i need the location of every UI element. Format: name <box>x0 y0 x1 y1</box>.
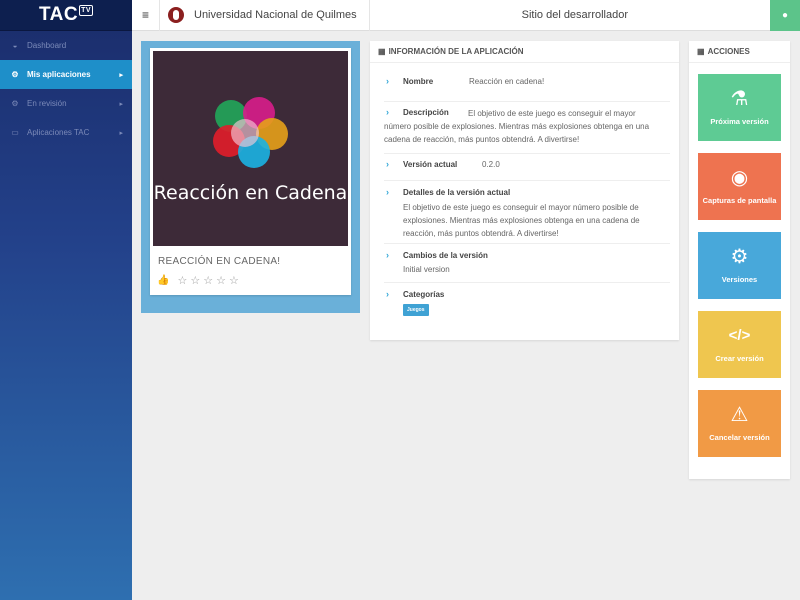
sidebar-item-dashboard[interactable]: ◒ Dashboard <box>0 31 132 60</box>
dashboard-icon: ◒ <box>12 41 18 50</box>
camera-icon: ◉ <box>730 167 749 189</box>
info-label: Cambios de la versión <box>403 251 488 260</box>
info-label: Nombre <box>403 77 434 86</box>
university-logo <box>168 7 184 23</box>
chevron-right-icon: › <box>386 289 389 299</box>
chevron-right-icon: › <box>386 250 389 260</box>
info-value: El objetivo de este juego es conseguir e… <box>403 203 640 238</box>
sidebar-item-label: Dashboard <box>27 41 67 50</box>
hamburger-icon: ≡ <box>141 8 149 22</box>
action-label: Versiones <box>721 275 758 284</box>
sidebar-item-aplicaciones-tac[interactable]: ▭ Aplicaciones TAC ▸ <box>0 118 132 147</box>
chevron-right-icon: › <box>386 159 389 169</box>
info-row-changes: › Cambios de la versión Initial version <box>384 248 670 283</box>
menu-toggle-button[interactable]: ≡ <box>132 0 160 31</box>
info-value: 0.2.0 <box>482 160 500 169</box>
info-value: El objetivo de este juego es conseguir e… <box>384 109 650 144</box>
app-image: Reacción en Cadena <box>153 51 348 246</box>
app-name: REACCIÓN EN CADENA! <box>158 256 281 267</box>
next-version-button[interactable]: ⚗ Próxima versión <box>698 74 781 141</box>
info-row-name: › Nombre Reacción en cadena! <box>384 74 670 102</box>
action-label: Cancelar versión <box>709 433 770 442</box>
panel-heading: ▦ INFORMACIÓN DE LA APLICACIÓN <box>370 41 679 63</box>
caret-right-icon: ▸ <box>119 71 123 79</box>
chevron-right-icon: › <box>386 76 389 86</box>
site-title: Sitio del desarrollador <box>521 9 629 21</box>
university-name: Universidad Nacional de Quilmes <box>194 9 357 21</box>
action-label: Capturas de pantalla <box>702 196 777 205</box>
star-icon[interactable]: ☆ <box>190 274 200 287</box>
versions-button[interactable]: ⚙ Versiones <box>698 232 781 299</box>
create-version-button[interactable]: </> Crear versión <box>698 311 781 378</box>
grid-icon: ▦ <box>378 47 386 56</box>
brand-tv-badge: TV <box>79 5 94 16</box>
panel-title: INFORMACIÓN DE LA APLICACIÓN <box>388 47 524 56</box>
chevron-right-icon: › <box>386 187 389 197</box>
info-value: Initial version <box>403 265 450 274</box>
info-row-description: › Descripción El objetivo de este juego … <box>384 105 670 154</box>
star-icon[interactable]: ☆ <box>229 274 239 287</box>
app-rating: 👍 ☆ ☆ ☆ ☆ ☆ <box>157 274 242 287</box>
sidebar-item-mis-aplicaciones[interactable]: ⚙ Mis aplicaciones ▸ <box>0 60 132 89</box>
university-link[interactable]: Universidad Nacional de Quilmes <box>160 0 370 31</box>
caret-right-icon: ▸ <box>119 100 123 108</box>
info-row-categories: › Categorías Juegos <box>384 287 670 323</box>
flask-icon: ⚗ <box>730 88 749 110</box>
sidebar-item-label: Mis aplicaciones <box>27 70 91 79</box>
sidebar: TAC TV ◒ Dashboard ⚙ Mis aplicaciones ▸ ⚙… <box>0 0 132 600</box>
cogs-icon: ⚙ <box>11 70 19 79</box>
sidebar-item-label: Aplicaciones TAC <box>27 128 90 137</box>
cogs-icon: ⚙ <box>11 99 19 108</box>
star-icon[interactable]: ☆ <box>177 274 187 287</box>
panel-title: ACCIONES <box>707 47 750 56</box>
app-info-panel: ▦ INFORMACIÓN DE LA APLICACIÓN › Nombre … <box>370 41 679 340</box>
grid-icon: ▦ <box>697 47 705 56</box>
user-icon: ● <box>781 9 789 21</box>
actions-panel: ▦ ACCIONES ⚗ Próxima versión ◉ Capturas … <box>689 41 790 479</box>
info-label: Categorías <box>403 290 445 299</box>
top-bar: ≡ Universidad Nacional de Quilmes Sitio … <box>132 0 800 31</box>
app-logo-circles <box>213 97 288 168</box>
brand-name: TAC <box>38 4 79 25</box>
action-label: Crear versión <box>715 354 764 363</box>
app-card: Reacción en Cadena REACCIÓN EN CADENA! 👍… <box>150 48 351 295</box>
thumbs-up-icon[interactable]: 👍 <box>157 275 169 286</box>
info-value: Reacción en cadena! <box>469 77 545 86</box>
app-card-container: Reacción en Cadena REACCIÓN EN CADENA! 👍… <box>141 41 360 313</box>
info-row-version-details: › Detalles de la versión actual El objet… <box>384 185 670 244</box>
app-image-title: Reacción en Cadena <box>153 182 348 204</box>
sidebar-item-en-revision[interactable]: ⚙ En revisión ▸ <box>0 89 132 118</box>
category-tag[interactable]: Juegos <box>403 304 429 316</box>
brand-logo[interactable]: TAC TV <box>0 0 132 31</box>
action-label: Próxima versión <box>710 117 769 126</box>
star-icon[interactable]: ☆ <box>216 274 226 287</box>
info-label: Versión actual <box>403 160 458 169</box>
panel-heading: ▦ ACCIONES <box>689 41 790 63</box>
tv-icon: ▭ <box>11 128 19 137</box>
gear-icon: ⚙ <box>730 246 749 268</box>
info-row-version: › Versión actual 0.2.0 <box>384 157 670 181</box>
star-icon[interactable]: ☆ <box>203 274 213 287</box>
user-menu-button[interactable]: ● <box>770 0 800 31</box>
info-label: Detalles de la versión actual <box>403 188 511 197</box>
warning-icon: ⚠ <box>730 404 749 426</box>
caret-right-icon: ▸ <box>119 129 123 137</box>
sidebar-item-label: En revisión <box>27 99 67 108</box>
screenshots-button[interactable]: ◉ Capturas de pantalla <box>698 153 781 220</box>
cancel-version-button[interactable]: ⚠ Cancelar versión <box>698 390 781 457</box>
code-icon: </> <box>728 327 751 344</box>
